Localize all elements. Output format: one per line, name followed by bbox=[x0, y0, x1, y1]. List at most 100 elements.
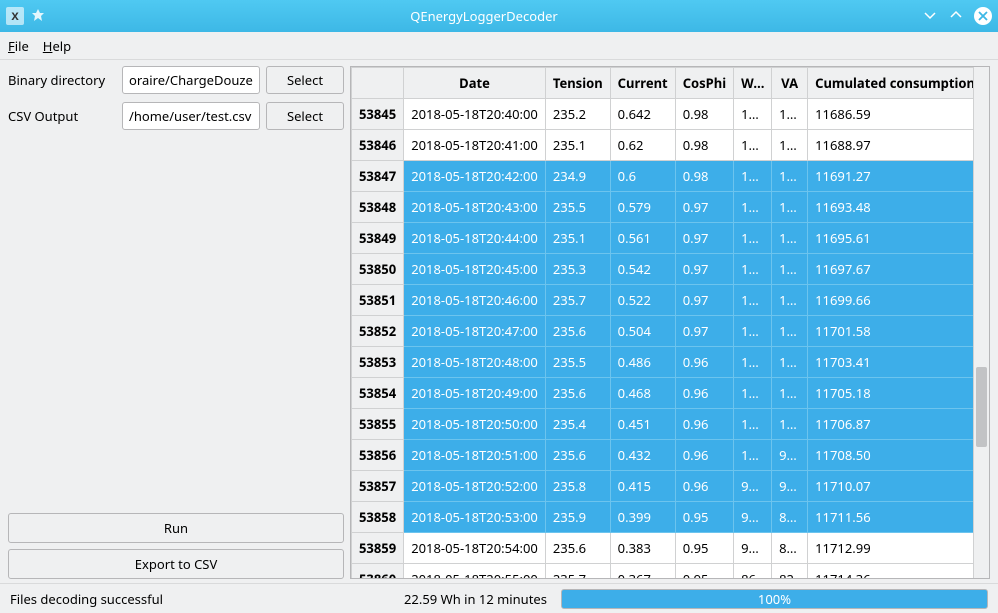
cell-tension[interactable]: 235.1 bbox=[545, 130, 610, 161]
cell-current[interactable]: 0.432 bbox=[610, 440, 675, 471]
cell-cosphi[interactable]: 0.95 bbox=[675, 533, 733, 564]
cell-va[interactable]: 82 bbox=[772, 564, 808, 579]
cell-watt[interactable]: 14... bbox=[734, 130, 772, 161]
cell-watt[interactable]: 15... bbox=[734, 99, 772, 130]
cell-date[interactable]: 2018-05-18T20:41:00 bbox=[404, 130, 546, 161]
run-button[interactable]: Run bbox=[8, 513, 344, 543]
cell-watt[interactable]: 12... bbox=[734, 254, 772, 285]
cell-watt[interactable]: 11... bbox=[734, 378, 772, 409]
binary-dir-select-button[interactable]: Select bbox=[266, 66, 344, 94]
cell-watt[interactable]: 90.... bbox=[734, 533, 772, 564]
cell-date[interactable]: 2018-05-18T20:46:00 bbox=[404, 285, 546, 316]
cell-watt[interactable]: 97.... bbox=[734, 471, 772, 502]
row-header[interactable]: 53853 bbox=[352, 347, 404, 378]
cell-current[interactable]: 0.642 bbox=[610, 99, 675, 130]
cell-cum[interactable]: 11686.59 bbox=[808, 99, 973, 130]
vertical-scrollbar[interactable] bbox=[973, 67, 989, 578]
cell-cosphi[interactable]: 0.97 bbox=[675, 223, 733, 254]
cell-cosphi[interactable]: 0.97 bbox=[675, 285, 733, 316]
table-row[interactable]: 538532018-05-18T20:48:00235.50.4860.9611… bbox=[352, 347, 974, 378]
cell-va[interactable]: 85... bbox=[772, 533, 808, 564]
cell-va[interactable]: 14... bbox=[772, 130, 808, 161]
cell-tension[interactable]: 234.9 bbox=[545, 161, 610, 192]
cell-current[interactable]: 0.383 bbox=[610, 533, 675, 564]
cell-current[interactable]: 0.504 bbox=[610, 316, 675, 347]
cell-cosphi[interactable]: 0.96 bbox=[675, 471, 733, 502]
cell-watt[interactable]: 86 bbox=[734, 564, 772, 579]
row-header[interactable]: 53845 bbox=[352, 99, 404, 130]
cell-tension[interactable]: 235.4 bbox=[545, 409, 610, 440]
cell-va[interactable]: 12... bbox=[772, 223, 808, 254]
cell-va[interactable]: 10... bbox=[772, 347, 808, 378]
cell-va[interactable]: 10... bbox=[772, 409, 808, 440]
cell-cosphi[interactable]: 0.97 bbox=[675, 316, 733, 347]
row-header[interactable]: 53851 bbox=[352, 285, 404, 316]
cell-current[interactable]: 0.486 bbox=[610, 347, 675, 378]
cell-va[interactable]: 89... bbox=[772, 502, 808, 533]
cell-watt[interactable]: 10... bbox=[734, 440, 772, 471]
cell-watt[interactable]: 10... bbox=[734, 409, 772, 440]
cell-va[interactable]: 13... bbox=[772, 192, 808, 223]
cell-cum[interactable]: 11710.07 bbox=[808, 471, 973, 502]
cell-current[interactable]: 0.579 bbox=[610, 192, 675, 223]
table-row[interactable]: 538452018-05-18T20:40:00235.20.6420.9815… bbox=[352, 99, 974, 130]
cell-current[interactable]: 0.62 bbox=[610, 130, 675, 161]
cell-cum[interactable]: 11695.61 bbox=[808, 223, 973, 254]
table-row[interactable]: 538482018-05-18T20:43:00235.50.5790.9713… bbox=[352, 192, 974, 223]
cell-date[interactable]: 2018-05-18T20:50:00 bbox=[404, 409, 546, 440]
close-icon[interactable] bbox=[974, 7, 992, 25]
binary-dir-input[interactable]: oraire/ChargeDouze bbox=[122, 66, 260, 94]
cell-cum[interactable]: 11693.48 bbox=[808, 192, 973, 223]
table-row[interactable]: 538462018-05-18T20:41:00235.10.620.9814.… bbox=[352, 130, 974, 161]
cell-va[interactable]: 11... bbox=[772, 316, 808, 347]
cell-date[interactable]: 2018-05-18T20:45:00 bbox=[404, 254, 546, 285]
table-row[interactable]: 538562018-05-18T20:51:00235.60.4320.9610… bbox=[352, 440, 974, 471]
cell-tension[interactable]: 235.9 bbox=[545, 502, 610, 533]
cell-date[interactable]: 2018-05-18T20:42:00 bbox=[404, 161, 546, 192]
scrollbar-thumb[interactable] bbox=[976, 367, 987, 447]
row-header[interactable]: 53857 bbox=[352, 471, 404, 502]
cell-current[interactable]: 0.399 bbox=[610, 502, 675, 533]
cell-cum[interactable]: 11706.87 bbox=[808, 409, 973, 440]
col-header-va[interactable]: VA bbox=[772, 68, 808, 99]
cell-current[interactable]: 0.468 bbox=[610, 378, 675, 409]
cell-date[interactable]: 2018-05-18T20:44:00 bbox=[404, 223, 546, 254]
cell-tension[interactable]: 235.3 bbox=[545, 254, 610, 285]
cell-cosphi[interactable]: 0.95 bbox=[675, 502, 733, 533]
cell-current[interactable]: 0.522 bbox=[610, 285, 675, 316]
cell-va[interactable]: 97... bbox=[772, 440, 808, 471]
row-header[interactable]: 53849 bbox=[352, 223, 404, 254]
cell-cum[interactable]: 11691.27 bbox=[808, 161, 973, 192]
cell-cosphi[interactable]: 0.96 bbox=[675, 378, 733, 409]
cell-cosphi[interactable]: 0.96 bbox=[675, 440, 733, 471]
col-header-cumulated[interactable]: Cumulated consumption bbox=[808, 68, 973, 99]
cell-date[interactable]: 2018-05-18T20:52:00 bbox=[404, 471, 546, 502]
cell-va[interactable]: 14... bbox=[772, 99, 808, 130]
cell-cum[interactable]: 11703.41 bbox=[808, 347, 973, 378]
cell-tension[interactable]: 235.8 bbox=[545, 471, 610, 502]
cell-date[interactable]: 2018-05-18T20:47:00 bbox=[404, 316, 546, 347]
csv-output-select-button[interactable]: Select bbox=[266, 102, 344, 130]
cell-cum[interactable]: 11701.58 bbox=[808, 316, 973, 347]
cell-cosphi[interactable]: 0.98 bbox=[675, 130, 733, 161]
cell-cum[interactable]: 11712.99 bbox=[808, 533, 973, 564]
csv-output-input[interactable]: /home/user/test.csv bbox=[122, 102, 260, 130]
table-row[interactable]: 538492018-05-18T20:44:00235.10.5610.9713… bbox=[352, 223, 974, 254]
cell-date[interactable]: 2018-05-18T20:43:00 bbox=[404, 192, 546, 223]
titlebar[interactable]: X QEnergyLoggerDecoder bbox=[0, 0, 998, 32]
cell-date[interactable]: 2018-05-18T20:53:00 bbox=[404, 502, 546, 533]
cell-watt[interactable]: 13... bbox=[734, 192, 772, 223]
cell-date[interactable]: 2018-05-18T20:51:00 bbox=[404, 440, 546, 471]
table-row[interactable]: 538582018-05-18T20:53:00235.90.3990.9594… bbox=[352, 502, 974, 533]
cell-current[interactable]: 0.451 bbox=[610, 409, 675, 440]
cell-cosphi[interactable]: 0.95 bbox=[675, 564, 733, 579]
cell-date[interactable]: 2018-05-18T20:49:00 bbox=[404, 378, 546, 409]
maximize-icon[interactable] bbox=[948, 8, 964, 24]
cell-tension[interactable]: 235.6 bbox=[545, 378, 610, 409]
row-header[interactable]: 53855 bbox=[352, 409, 404, 440]
table-row[interactable]: 538572018-05-18T20:52:00235.80.4150.9697… bbox=[352, 471, 974, 502]
cell-current[interactable]: 0.542 bbox=[610, 254, 675, 285]
table-row[interactable]: 538602018-05-18T20:55:00235.70.3670.9586… bbox=[352, 564, 974, 579]
cell-cum[interactable]: 11711.56 bbox=[808, 502, 973, 533]
table-row[interactable]: 538542018-05-18T20:49:00235.60.4680.9611… bbox=[352, 378, 974, 409]
